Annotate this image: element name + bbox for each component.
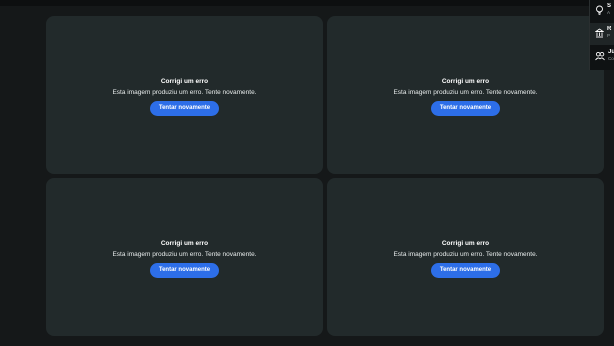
image-results-grid: Corrigi um erro Esta imagem produziu um … xyxy=(46,16,604,336)
people-icon xyxy=(595,51,605,61)
image-error-card: Corrigi um erro Esta imagem produziu um … xyxy=(46,16,323,174)
side-item-subtitle: A xyxy=(607,10,611,15)
side-item-subtitle: P xyxy=(607,33,611,38)
bank-icon xyxy=(595,28,604,38)
retry-button[interactable]: Tentar novamente xyxy=(149,262,220,278)
error-title: Corrigi um erro xyxy=(441,239,490,247)
retry-button[interactable]: Tentar novamente xyxy=(430,262,501,278)
image-error-card: Corrigi um erro Esta imagem produziu um … xyxy=(327,178,604,336)
retry-button[interactable]: Tentar novamente xyxy=(430,100,501,116)
side-item-title: R xyxy=(607,26,612,32)
error-title: Corrigi um erro xyxy=(441,77,490,85)
error-message: Esta imagem produziu um erro. Tente nova… xyxy=(393,88,538,96)
top-bar xyxy=(0,0,614,6)
side-item-subtitle: Co xyxy=(608,56,614,61)
side-item-suggestions[interactable]: S A xyxy=(590,0,614,22)
error-title: Corrigi um erro xyxy=(160,77,209,85)
side-item-active[interactable]: R P xyxy=(590,23,614,45)
side-item-title: Ju xyxy=(608,49,614,55)
error-title: Corrigi um erro xyxy=(160,239,209,247)
error-message: Esta imagem produziu um erro. Tente nova… xyxy=(112,250,257,258)
error-message: Esta imagem produziu um erro. Tente nova… xyxy=(112,88,257,96)
side-item-title: S xyxy=(607,3,612,9)
app-window: Corrigi um erro Esta imagem produziu um … xyxy=(0,0,614,346)
side-item-people[interactable]: Ju Co xyxy=(590,46,614,68)
lightbulb-icon xyxy=(596,5,603,15)
side-panel: S A R P Ju Co xyxy=(589,0,614,70)
image-error-card: Corrigi um erro Esta imagem produziu um … xyxy=(327,16,604,174)
retry-button[interactable]: Tentar novamente xyxy=(149,100,220,116)
image-error-card: Corrigi um erro Esta imagem produziu um … xyxy=(46,178,323,336)
error-message: Esta imagem produziu um erro. Tente nova… xyxy=(393,250,538,258)
